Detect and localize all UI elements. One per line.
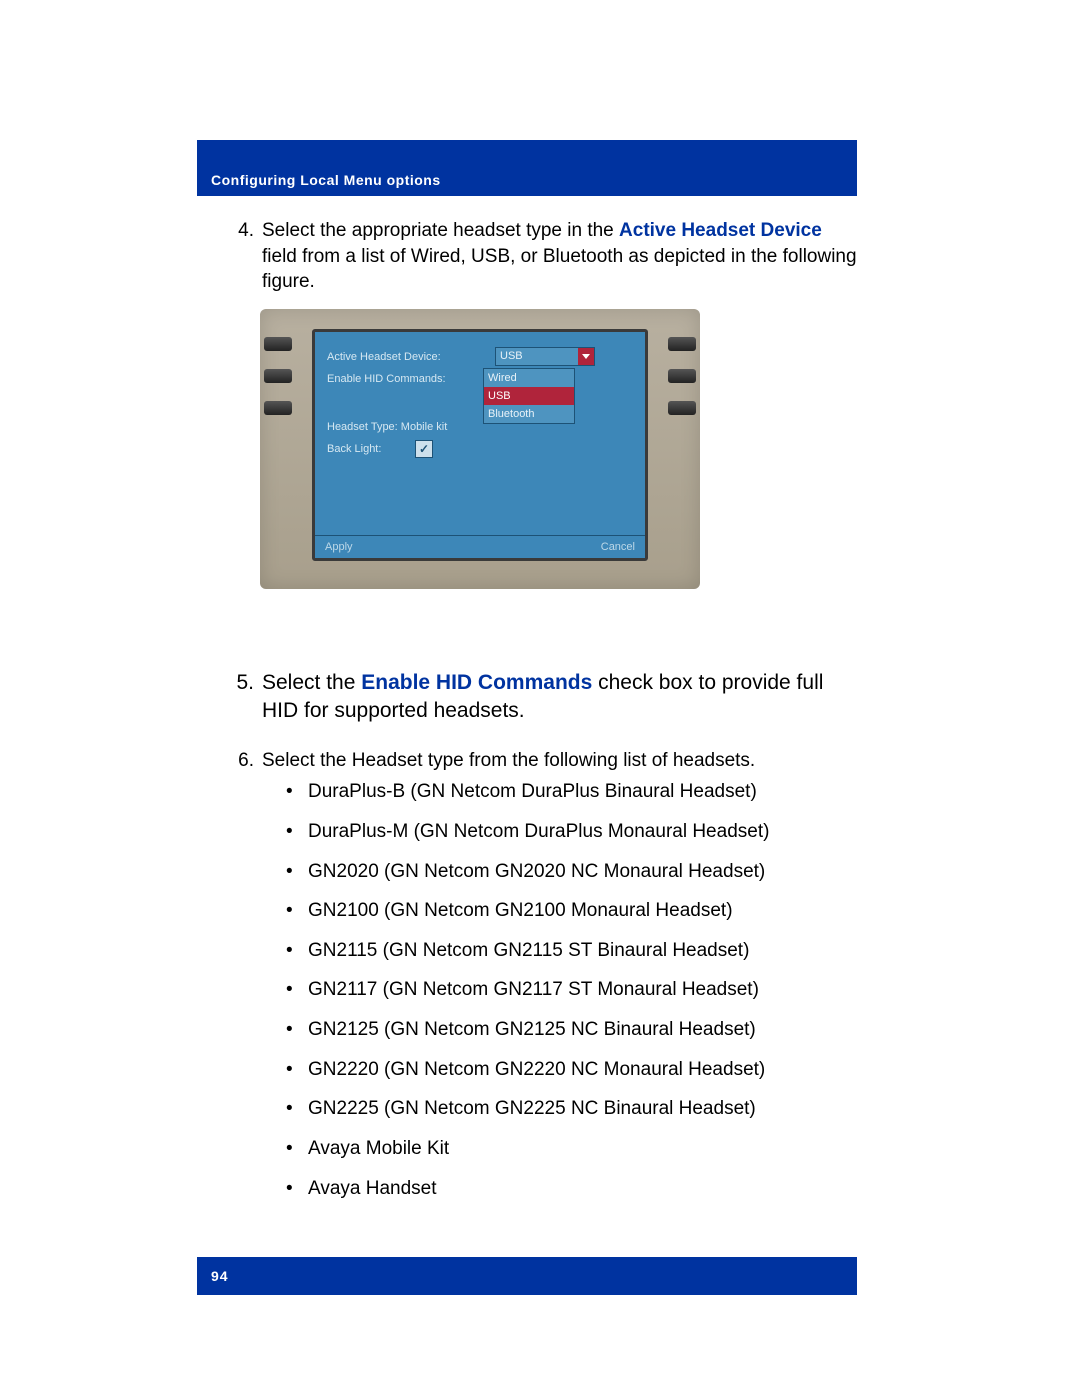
step-6: 6. Select the Headset type from the foll… [220,748,860,1216]
dropdown-arrow-icon[interactable] [578,348,594,365]
screen-footer: Apply Cancel [315,535,645,558]
step-body: Select the appropriate headset type in t… [262,218,860,295]
section-header: Configuring Local Menu options [197,140,857,196]
dropdown-list: Wired USB Bluetooth [483,368,575,424]
screen-row: Back Light: [327,438,633,460]
section-title: Configuring Local Menu options [211,172,441,188]
list-item: GN2225 (GN Netcom GN2225 NC Binaural Hea… [286,1096,860,1122]
screen-row: Enable HID Commands: [327,368,633,390]
bold-term: Enable HID Commands [361,671,592,694]
step-body: Select the Enable HID Commands check box… [262,669,860,726]
page-number: 94 [211,1268,229,1284]
field-label: Enable HID Commands: [327,372,487,387]
field-label: Back Light: [327,442,407,457]
step-4: 4. Select the appropriate headset type i… [220,218,860,295]
hardkey [668,337,696,351]
bold-term: Active Headset Device [619,220,822,241]
page-footer: 94 [197,1257,857,1295]
hardkey [264,401,292,415]
hardkey [668,369,696,383]
step-text: Select the [262,671,361,694]
document-page: Configuring Local Menu options 4. Select… [0,0,1080,1397]
phone-bezel: Active Headset Device: USB Wired USB Blu… [260,309,700,589]
list-item: GN2115 (GN Netcom GN2115 ST Binaural Hea… [286,938,860,964]
dropdown-option-selected[interactable]: USB [484,387,574,405]
list-item: DuraPlus-M (GN Netcom DuraPlus Monaural … [286,819,860,845]
dropdown-value: USB [500,350,523,362]
softkey-cancel[interactable]: Cancel [601,540,635,555]
dropdown-option[interactable]: Wired [484,369,574,387]
headset-list: DuraPlus-B (GN Netcom DuraPlus Binaural … [262,779,860,1201]
screen-row: Headset Type: Mobile kit [327,416,633,438]
softkey-apply[interactable]: Apply [325,540,353,555]
list-item: Avaya Mobile Kit [286,1136,860,1162]
list-item: GN2100 (GN Netcom GN2100 Monaural Headse… [286,898,860,924]
hardkey [264,369,292,383]
checkbox-checked-icon[interactable] [415,440,433,458]
step-5: 5. Select the Enable HID Commands check … [220,669,860,726]
step-number: 6. [220,748,262,1216]
phone-screen: Active Headset Device: USB Wired USB Blu… [312,329,648,561]
hardkey [264,337,292,351]
device-screenshot-figure: Active Headset Device: USB Wired USB Blu… [260,309,700,589]
list-item: GN2117 (GN Netcom GN2117 ST Monaural Hea… [286,977,860,1003]
step-text: field from a list of Wired, USB, or Blue… [262,246,857,293]
dropdown-field[interactable]: USB [495,347,595,366]
list-item: Avaya Handset [286,1176,860,1202]
step-number: 5. [220,669,262,726]
list-item: GN2020 (GN Netcom GN2020 NC Monaural Hea… [286,859,860,885]
hardkey [668,401,696,415]
field-label: Headset Type: Mobile kit [327,420,447,435]
step-body: Select the Headset type from the followi… [262,748,860,1216]
list-item: DuraPlus-B (GN Netcom DuraPlus Binaural … [286,779,860,805]
left-hardkeys [264,337,292,415]
dropdown-option[interactable]: Bluetooth [484,405,574,423]
step-text: Select the appropriate headset type in t… [262,220,619,241]
content-area: 4. Select the appropriate headset type i… [220,218,860,1227]
list-item: GN2220 (GN Netcom GN2220 NC Monaural Hea… [286,1057,860,1083]
field-label: Active Headset Device: [327,350,487,365]
step-number: 4. [220,218,262,295]
step-text: Select the Headset type from the followi… [262,750,755,771]
list-item: GN2125 (GN Netcom GN2125 NC Binaural Hea… [286,1017,860,1043]
right-hardkeys [668,337,696,415]
screen-row: Active Headset Device: USB [327,346,633,368]
